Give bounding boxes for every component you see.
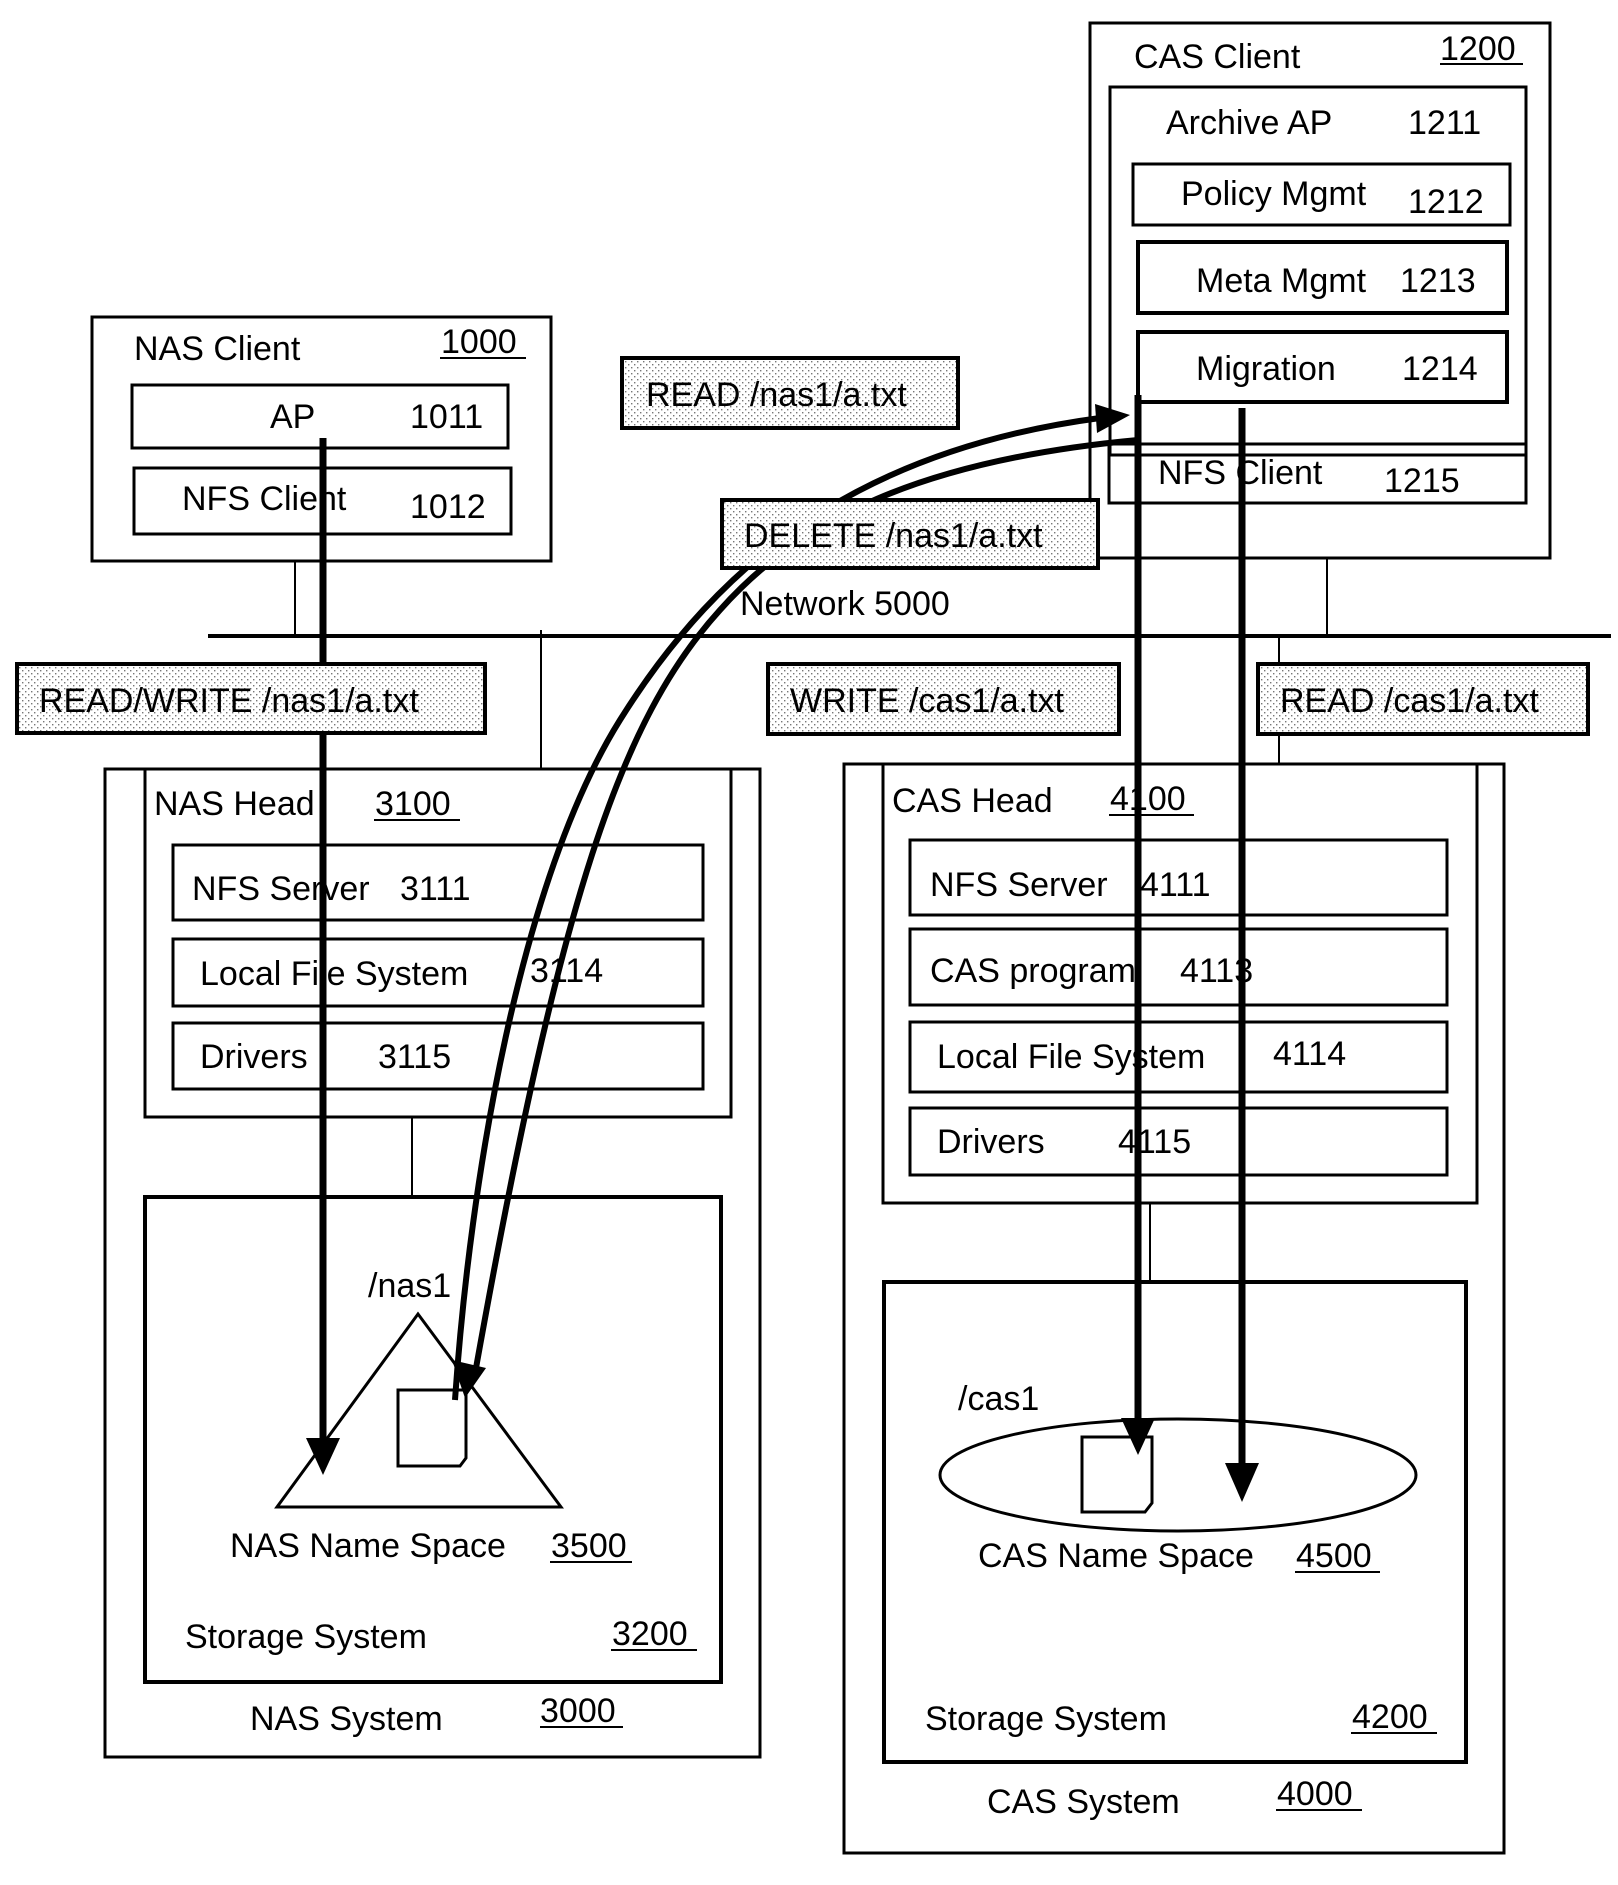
cas-local-fs-label: Local File System xyxy=(937,1038,1205,1076)
meta-mgmt-box: Meta Mgmt 1213 xyxy=(1136,240,1509,315)
cas-namespace-label: CAS Name Space xyxy=(978,1537,1254,1575)
cas-system-ref: 4000 xyxy=(1277,1775,1353,1813)
migration-read-arrowhead xyxy=(1095,404,1130,433)
nas-file-icon xyxy=(396,1388,468,1468)
cas-head-ref: 4100 xyxy=(1110,780,1186,818)
cas-drivers-ref: 4115 xyxy=(1118,1123,1191,1161)
nas-namespace-ref: 3500 xyxy=(551,1527,627,1565)
nas-nfs-server-ref: 3111 xyxy=(400,870,471,908)
cas-namespace-ellipse xyxy=(938,1417,1418,1533)
cas-drivers-box: Drivers 4115 xyxy=(908,1106,1449,1177)
nas-drivers-label: Drivers xyxy=(200,1038,308,1076)
nas-head-title: NAS Head xyxy=(154,785,315,823)
policy-mgmt-box: Policy Mgmt 1212 xyxy=(1131,162,1512,227)
cas-client-title: CAS Client xyxy=(1134,38,1301,76)
nas-system-ref: 3000 xyxy=(540,1692,616,1730)
meta-mgmt-ref: 1213 xyxy=(1400,262,1476,300)
op-delete-nas: DELETE /nas1/a.txt xyxy=(720,498,1100,570)
ap-label: AP xyxy=(270,398,315,436)
network-label: Network 5000 xyxy=(740,585,950,623)
migration-box: Migration 1214 xyxy=(1136,330,1509,404)
op-readwrite-nas-label: READ/WRITE /nas1/a.txt xyxy=(39,682,419,720)
nas-head: NAS Head 3100 NFS Server 3111 Local File… xyxy=(143,767,733,1119)
nas-namespace-label: NAS Name Space xyxy=(230,1527,506,1565)
nas-system: NAS System 3000 NAS Head 3100 NFS Server… xyxy=(103,767,762,1759)
cas-storage-title: Storage System xyxy=(925,1700,1167,1738)
nas-drivers-box: Drivers 3115 xyxy=(171,1021,705,1091)
cas-client: CAS Client 1200 Archive AP 1211 Policy M… xyxy=(1088,21,1552,560)
cas-nfs-server-label: NFS Server xyxy=(930,866,1108,904)
nas-readwrite-arrowhead xyxy=(306,1438,340,1475)
cas-storage-system: Storage System 4200 /cas1 CAS Name Space… xyxy=(882,1280,1468,1764)
op-readwrite-nas: READ/WRITE /nas1/a.txt xyxy=(15,662,487,735)
migration-label: Migration xyxy=(1196,350,1336,388)
nas-local-fs-ref: 3114 xyxy=(530,952,603,990)
cas-local-fs-ref: 4114 xyxy=(1273,1035,1346,1073)
ap-ref: 1011 xyxy=(410,398,483,436)
cas-program-label: CAS program xyxy=(930,952,1136,990)
cas-drivers-label: Drivers xyxy=(937,1123,1045,1161)
cas-nfs-server-box: NFS Server 4111 xyxy=(908,838,1449,917)
policy-mgmt-label: Policy Mgmt xyxy=(1181,175,1367,213)
policy-mgmt-ref: 1212 xyxy=(1408,183,1484,221)
migration-ref: 1214 xyxy=(1402,350,1478,388)
system-diagram: NAS Client 1000 AP 1011 NFS Client 1012 … xyxy=(15,21,1611,1855)
nas-namespace-root: /nas1 xyxy=(368,1267,451,1305)
op-write-cas: WRITE /cas1/a.txt xyxy=(766,662,1121,736)
archive-ap-label: Archive AP xyxy=(1166,104,1332,142)
cas-namespace-root: /cas1 xyxy=(958,1380,1039,1418)
cas-head: CAS Head 4100 NFS Server 4111 CAS progra… xyxy=(881,762,1479,1205)
cas-nfs-server-ref: 4111 xyxy=(1140,866,1211,904)
nas-head-ref: 3100 xyxy=(375,785,451,823)
migration-delete-arrow-shaft xyxy=(473,437,1139,1369)
nas-system-title: NAS System xyxy=(250,1700,443,1738)
op-write-cas-label: WRITE /cas1/a.txt xyxy=(790,682,1064,720)
nas-client-ref: 1000 xyxy=(441,323,517,361)
cas-head-title: CAS Head xyxy=(892,782,1053,820)
cas-nfs-client-box: NFS Client 1215 xyxy=(1107,442,1528,505)
nas-nfs-server-box: NFS Server 3111 xyxy=(171,843,705,922)
cas-nfs-client-ref: 1215 xyxy=(1384,462,1460,500)
nas-client-title: NAS Client xyxy=(134,330,301,368)
cas-namespace-ref: 4500 xyxy=(1296,1537,1372,1575)
cas-storage-ref: 4200 xyxy=(1352,1698,1428,1736)
archive-ap-ref: 1211 xyxy=(1408,104,1481,142)
nas-local-fs-box: Local File System 3114 xyxy=(171,937,705,1008)
meta-mgmt-label: Meta Mgmt xyxy=(1196,262,1367,300)
op-read-cas-label: READ /cas1/a.txt xyxy=(1280,682,1539,720)
nas-nfs-server-label: NFS Server xyxy=(192,870,370,908)
op-delete-nas-label: DELETE /nas1/a.txt xyxy=(744,517,1043,555)
op-read-nas: READ /nas1/a.txt xyxy=(620,356,960,430)
cas-system: CAS System 4000 CAS Head 4100 NFS Server… xyxy=(842,762,1506,1855)
cas-system-title: CAS System xyxy=(987,1783,1180,1821)
cas-local-fs-box: Local File System 4114 xyxy=(908,1020,1449,1094)
cas-read-arrowhead xyxy=(1225,1463,1259,1502)
cas-program-box: CAS program 4113 xyxy=(908,927,1449,1007)
nas-storage-ref: 3200 xyxy=(612,1615,688,1653)
nas-nfs-client-ref: 1012 xyxy=(410,488,486,526)
nas-drivers-ref: 3115 xyxy=(378,1038,451,1076)
nas-storage-system: Storage System 3200 /nas1 NAS Name Space… xyxy=(143,1195,723,1684)
op-read-nas-label: READ /nas1/a.txt xyxy=(646,376,907,414)
nas-local-fs-label: Local File System xyxy=(200,955,468,993)
cas-client-ref: 1200 xyxy=(1440,30,1516,68)
cas-file-icon xyxy=(1080,1435,1154,1514)
op-read-cas: READ /cas1/a.txt xyxy=(1256,662,1590,736)
nas-storage-title: Storage System xyxy=(185,1618,427,1656)
